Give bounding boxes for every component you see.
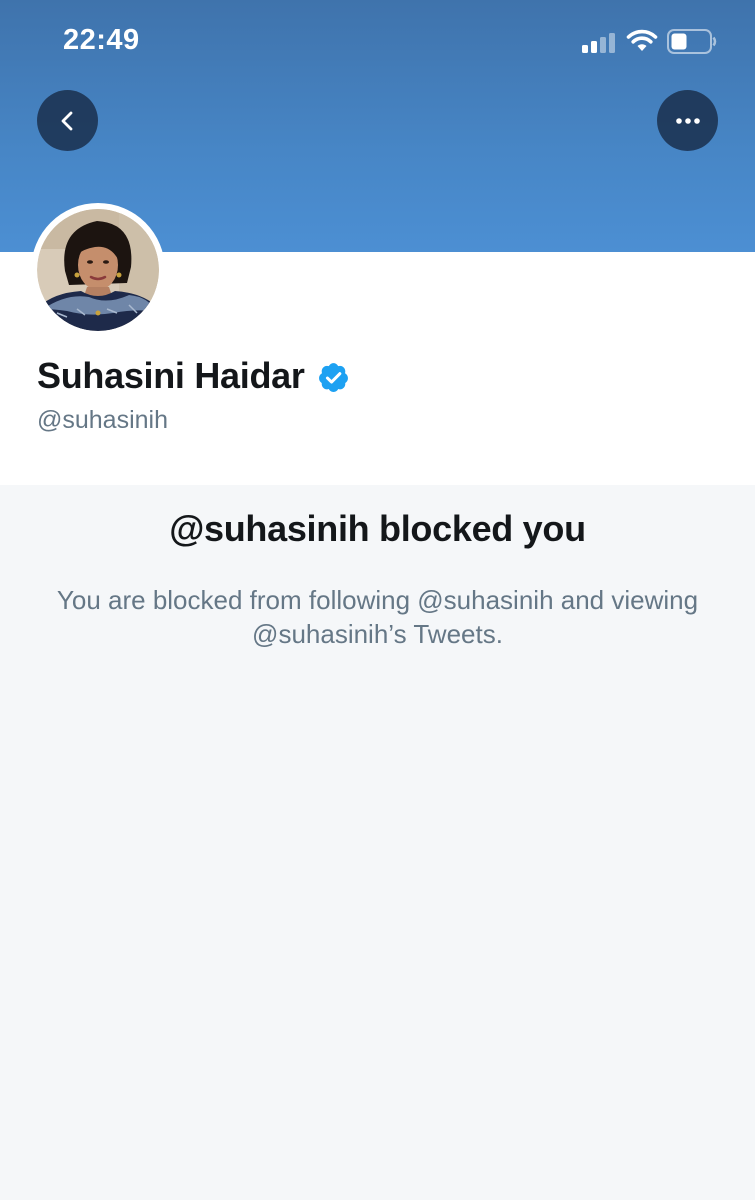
- verified-badge-icon: [318, 362, 348, 392]
- blocked-message: You are blocked from following @suhasini…: [56, 585, 699, 649]
- profile-screen: 22:49 Suhasini Haidar @suhasinih @suhasi…: [0, 0, 755, 1200]
- status-bar: 22:49: [0, 0, 755, 84]
- profile-photo: [37, 209, 159, 331]
- more-options-button[interactable]: [657, 90, 718, 151]
- battery-icon: [667, 29, 717, 54]
- status-time: 22:49: [63, 24, 140, 56]
- blocked-title: @suhasinih blocked you: [169, 508, 586, 549]
- display-name: Suhasini Haidar: [37, 355, 305, 396]
- signal-icon: [582, 33, 615, 53]
- display-name-row: Suhasini Haidar: [37, 352, 350, 400]
- profile-handle: @suhasinih: [37, 406, 169, 434]
- wifi-icon: [626, 29, 658, 51]
- back-button[interactable]: [37, 90, 98, 151]
- chevron-left-icon: [61, 111, 72, 130]
- avatar[interactable]: [31, 203, 165, 337]
- empty-content-area: [0, 660, 755, 1200]
- more-horizontal-icon: [675, 117, 700, 124]
